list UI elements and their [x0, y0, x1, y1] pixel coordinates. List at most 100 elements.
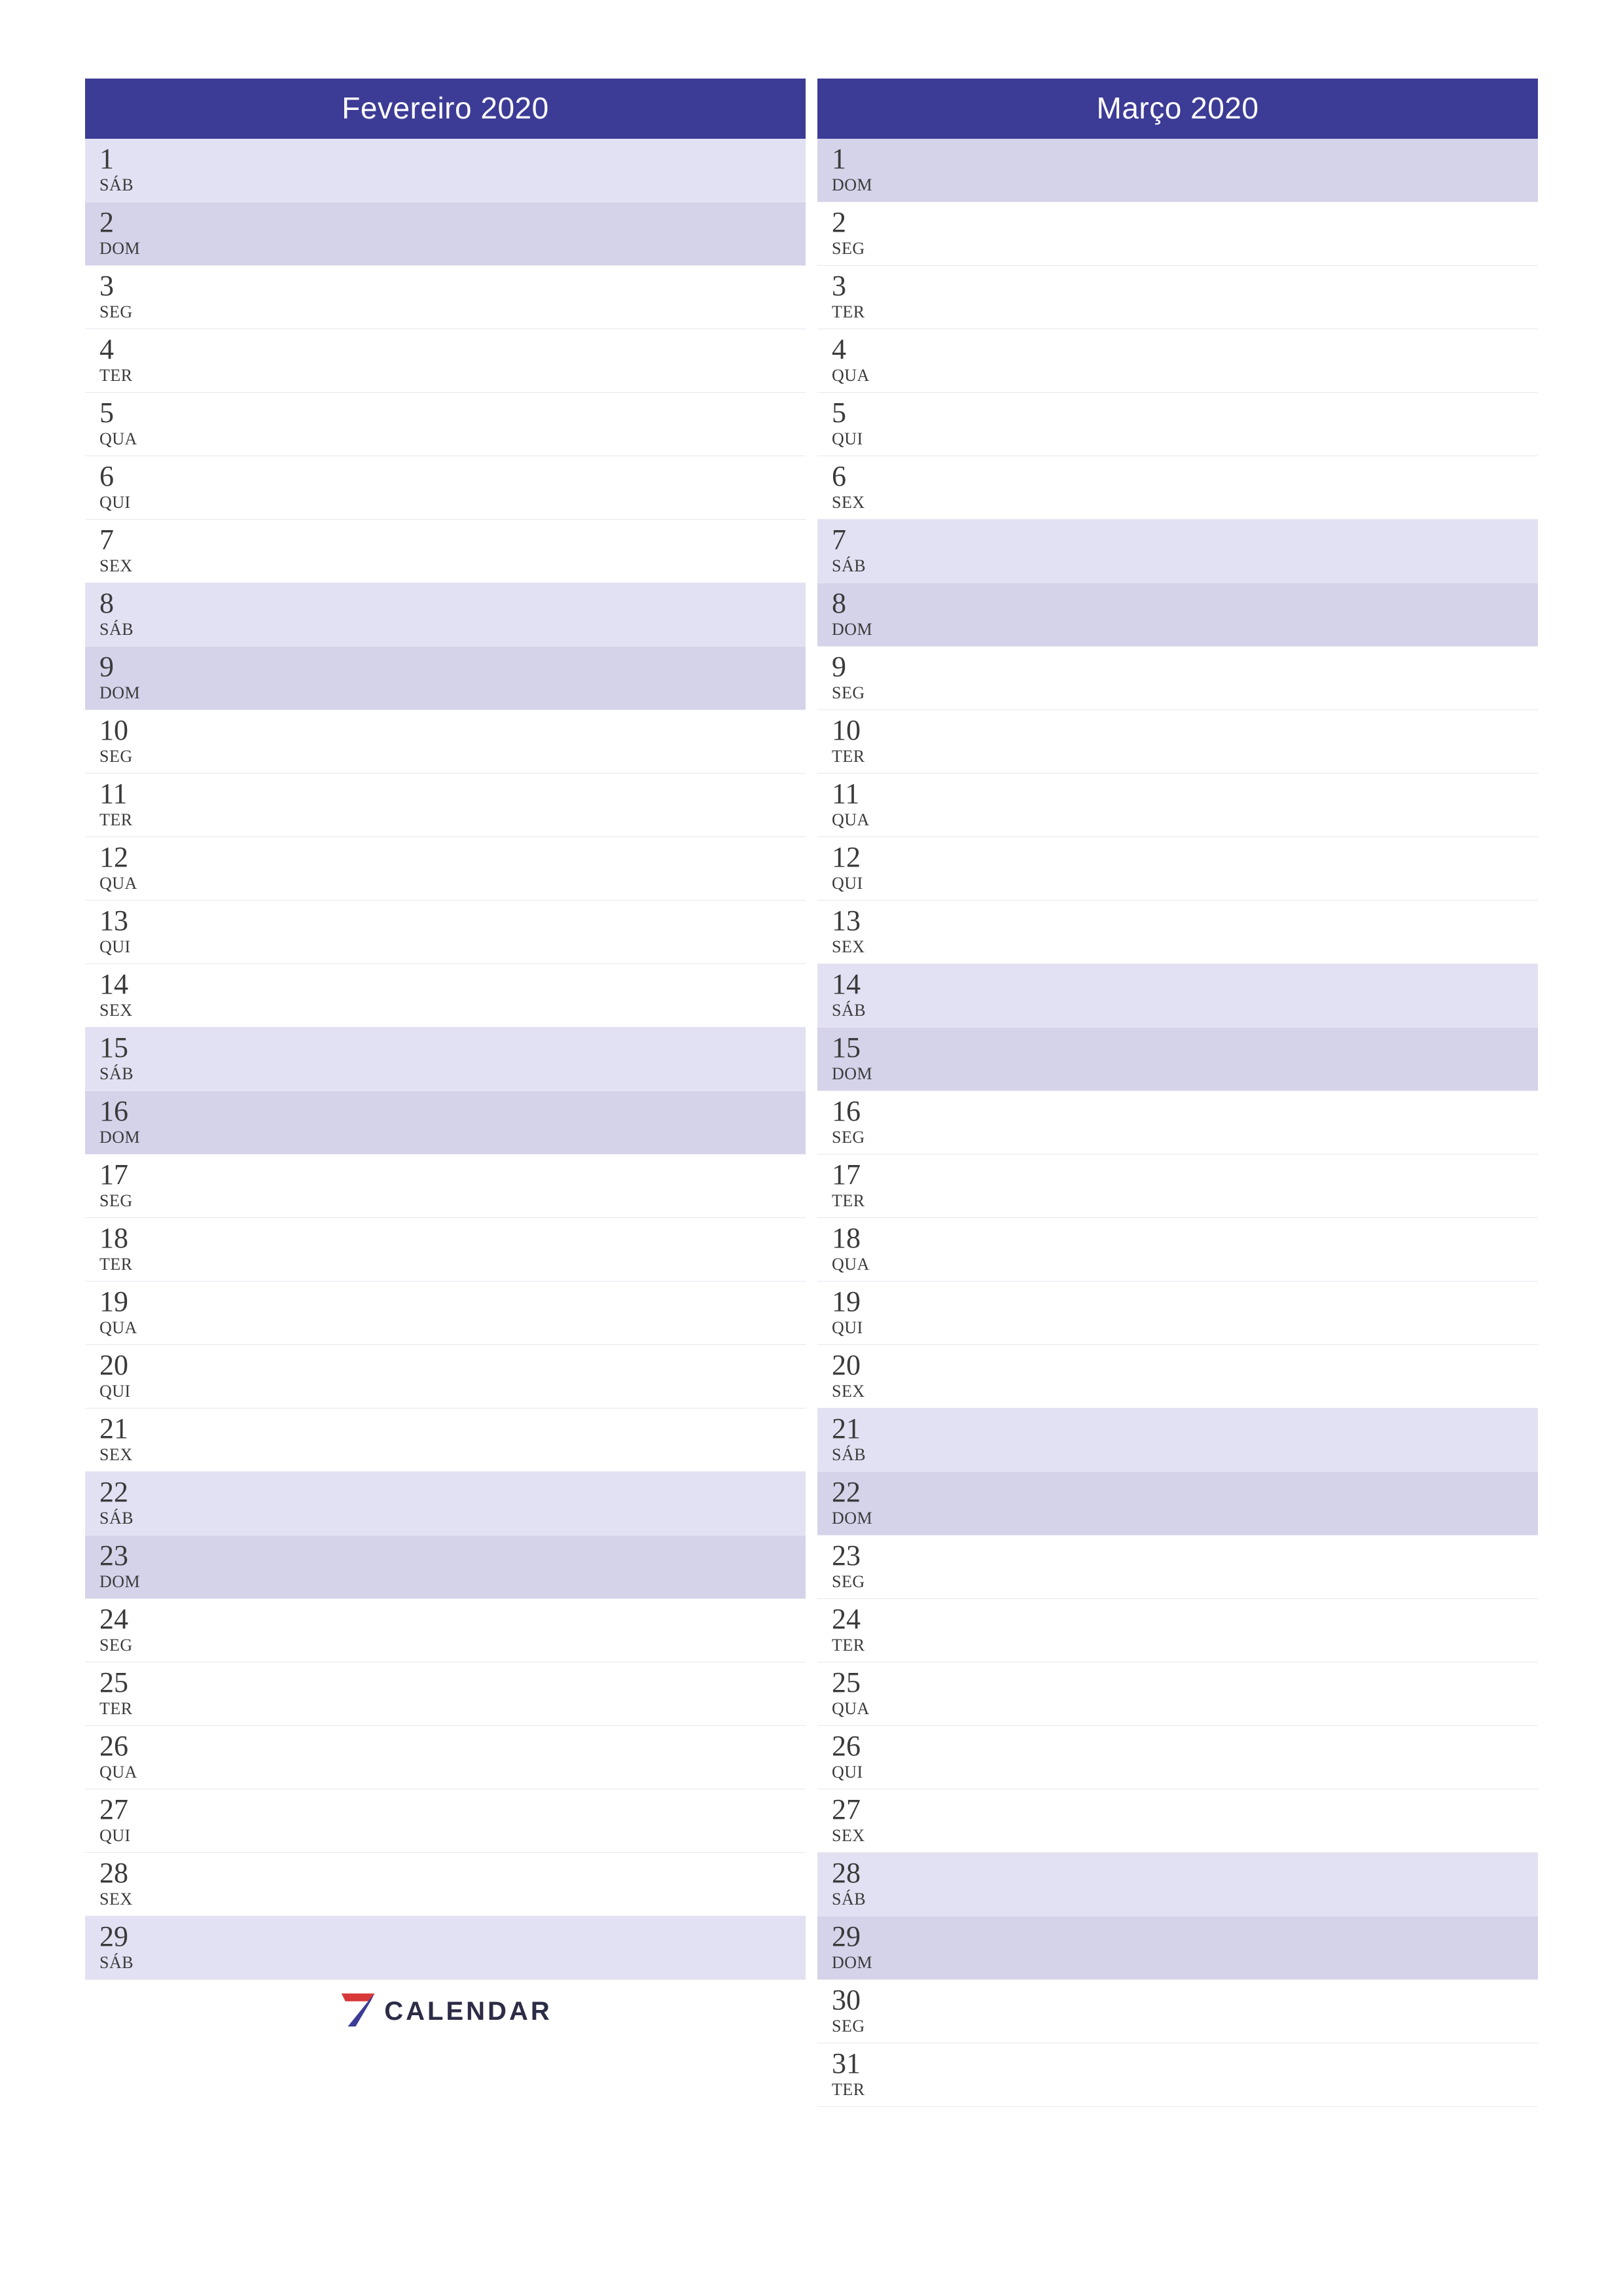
day-row: 29DOM — [817, 1916, 1538, 1980]
day-weekday: SÁB — [832, 1001, 1538, 1020]
day-row: 11QUA — [817, 774, 1538, 837]
day-number: 9 — [832, 652, 1538, 682]
day-weekday: DOM — [99, 239, 806, 259]
day-weekday: SEG — [832, 1572, 1538, 1592]
day-weekday: SEX — [832, 937, 1538, 957]
day-number: 18 — [99, 1223, 806, 1253]
day-weekday: TER — [99, 366, 806, 386]
day-weekday: SEG — [99, 747, 806, 766]
day-number: 23 — [832, 1541, 1538, 1571]
day-weekday: TER — [99, 1255, 806, 1274]
day-row: 8SÁB — [85, 583, 806, 647]
day-row: 20QUI — [85, 1345, 806, 1408]
day-row: 19QUA — [85, 1282, 806, 1345]
day-number: 9 — [99, 652, 806, 682]
day-number: 19 — [99, 1287, 806, 1317]
day-weekday: QUI — [832, 874, 1538, 893]
day-number: 7 — [832, 525, 1538, 555]
day-weekday: SÁB — [99, 1064, 806, 1084]
day-weekday: QUA — [832, 1255, 1538, 1274]
day-number: 28 — [99, 1858, 806, 1888]
day-weekday: DOM — [99, 683, 806, 703]
day-row: 21SÁB — [817, 1408, 1538, 1472]
day-row: 12 QUI — [817, 837, 1538, 901]
day-weekday: QUI — [99, 1826, 806, 1846]
day-number: 26 — [832, 1731, 1538, 1761]
day-row: 10SEG — [85, 710, 806, 774]
day-row: 8DOM — [817, 583, 1538, 647]
day-weekday: SÁB — [99, 620, 806, 639]
day-number: 25 — [832, 1668, 1538, 1698]
day-weekday: SEG — [99, 1191, 806, 1211]
day-number: 19 — [832, 1287, 1538, 1317]
calendar-container: Fevereiro 20201SÁB2DOM3SEG4TER5QUA6QUI7S… — [85, 79, 1538, 2107]
day-weekday: SÁB — [99, 175, 806, 195]
day-number: 22 — [832, 1477, 1538, 1507]
day-weekday: SEG — [99, 302, 806, 322]
day-row: 11TER — [85, 774, 806, 837]
day-row: 15SÁB — [85, 1028, 806, 1091]
day-weekday: SEX — [832, 493, 1538, 512]
day-number: 20 — [99, 1350, 806, 1380]
day-weekday: QUI — [832, 429, 1538, 449]
day-number: 6 — [832, 461, 1538, 492]
day-row: 15DOM — [817, 1028, 1538, 1091]
day-row: 6QUI — [85, 456, 806, 520]
day-row: 7SEX — [85, 520, 806, 583]
day-number: 30 — [832, 1985, 1538, 2015]
day-number: 16 — [99, 1096, 806, 1126]
day-number: 12 — [832, 842, 1538, 872]
day-number: 28 — [832, 1858, 1538, 1888]
day-weekday: SEG — [832, 683, 1538, 703]
day-weekday: SEX — [99, 556, 806, 576]
day-row: 20SEX — [817, 1345, 1538, 1408]
month-header: Fevereiro 2020 — [85, 79, 806, 139]
day-row: 24SEG — [85, 1599, 806, 1662]
day-row: 19QUI — [817, 1282, 1538, 1345]
day-weekday: TER — [832, 747, 1538, 766]
day-row: 28SEX — [85, 1853, 806, 1916]
day-number: 27 — [99, 1795, 806, 1825]
day-row: 16SEG — [817, 1091, 1538, 1155]
day-weekday: SÁB — [832, 556, 1538, 576]
month-column: Março 20201DOM2SEG3TER4QUA5QUI6SEX7SÁB8D… — [817, 79, 1538, 2107]
day-weekday: DOM — [99, 1128, 806, 1147]
day-row: 5QUA — [85, 393, 806, 456]
day-weekday: SEG — [832, 239, 1538, 259]
seven-icon — [338, 1990, 378, 2033]
day-weekday: DOM — [832, 1064, 1538, 1084]
day-number: 15 — [832, 1033, 1538, 1063]
day-weekday: SEX — [832, 1382, 1538, 1401]
day-number: 5 — [99, 398, 806, 428]
day-row: 4TER — [85, 329, 806, 393]
day-row: 26 QUI — [817, 1726, 1538, 1789]
day-row: 9DOM — [85, 647, 806, 710]
day-row: 4QUA — [817, 329, 1538, 393]
day-weekday: QUI — [832, 1318, 1538, 1338]
day-number: 26 — [99, 1731, 806, 1761]
day-row: 22DOM — [817, 1472, 1538, 1535]
day-number: 3 — [99, 271, 806, 301]
day-row: 1DOM — [817, 139, 1538, 202]
day-row: 5QUI — [817, 393, 1538, 456]
day-weekday: SEG — [99, 1636, 806, 1655]
day-weekday: TER — [832, 1636, 1538, 1655]
day-weekday: QUA — [832, 366, 1538, 386]
day-number: 10 — [832, 715, 1538, 745]
day-number: 24 — [832, 1604, 1538, 1634]
day-row: 3TER — [817, 266, 1538, 329]
day-weekday: QUI — [832, 1763, 1538, 1782]
day-row: 25QUA — [817, 1662, 1538, 1726]
day-weekday: SÁB — [99, 1953, 806, 1973]
day-row: 2DOM — [85, 202, 806, 266]
day-row: 21SEX — [85, 1408, 806, 1472]
day-weekday: DOM — [99, 1572, 806, 1592]
day-weekday: QUA — [99, 429, 806, 449]
day-weekday: QUA — [832, 810, 1538, 830]
day-number: 4 — [832, 334, 1538, 365]
day-weekday: QUI — [99, 937, 806, 957]
day-weekday: SÁB — [832, 1445, 1538, 1465]
day-row: 2SEG — [817, 202, 1538, 266]
day-weekday: SEG — [832, 1128, 1538, 1147]
day-row: 25TER — [85, 1662, 806, 1726]
